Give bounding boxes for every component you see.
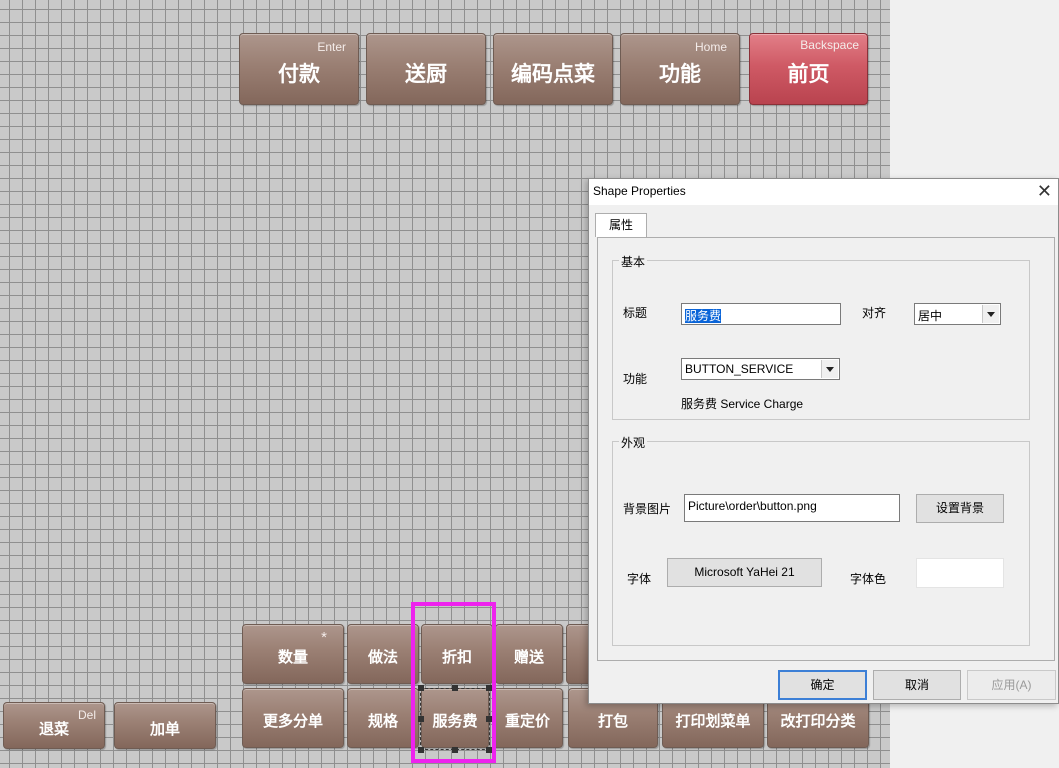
appearance-group: 外观 背景图片 Picture\order\button.png 设置背景 字体… [612, 434, 1030, 646]
hotkey-label: Backspace [800, 38, 859, 52]
background-image-label: 背景图片 [623, 502, 672, 516]
button-label: 重定价 [504, 713, 550, 730]
button-label: 功能 [659, 63, 701, 86]
button-label: 规格 [367, 713, 398, 730]
caption-value: 服务费 [685, 309, 722, 323]
resize-handle-s[interactable] [452, 747, 458, 753]
set-background-button[interactable]: 设置背景 [916, 494, 1004, 523]
group-legend: 外观 [619, 434, 648, 451]
ok-button[interactable]: 确定 [778, 670, 867, 700]
tab-panel: 基本 标题 服务费 对齐 居中 功能 BUTTON_SERVICE 服务费 Se… [597, 237, 1055, 661]
selection-outline [420, 688, 490, 750]
spec-button[interactable]: 规格 [347, 688, 419, 748]
button-label: 打印划菜单 [675, 713, 751, 730]
button-label: 前页 [787, 63, 830, 86]
function-description: 服务费 Service Charge [681, 397, 804, 411]
shape-properties-dialog: Shape Properties ✕ 属性 基本 标题 服务费 对齐 居中 功能… [588, 178, 1059, 704]
font-color-swatch[interactable] [916, 558, 1004, 588]
button-label: 编码点菜 [511, 63, 595, 86]
basic-group: 基本 标题 服务费 对齐 居中 功能 BUTTON_SERVICE 服务费 Se… [612, 253, 1030, 420]
dialog-title: Shape Properties [593, 184, 686, 198]
function-select[interactable]: BUTTON_SERVICE [681, 358, 840, 380]
button-label: 打包 [597, 713, 628, 730]
button-label: 付款 [278, 63, 320, 86]
function-label: 功能 [623, 372, 648, 386]
resize-handle-se[interactable] [486, 747, 492, 753]
more-split-button[interactable]: 更多分单 [242, 688, 344, 748]
button-label: 改打印分类 [780, 713, 856, 730]
send-kitchen-button[interactable]: 送厨 [366, 33, 486, 105]
button-label: 退菜 [38, 721, 69, 738]
resize-handle-ne[interactable] [486, 685, 492, 691]
caption-label: 标题 [623, 306, 648, 320]
reprice-button[interactable]: 重定价 [492, 688, 563, 748]
add-order-button[interactable]: 加单 [114, 702, 216, 749]
cancel-button[interactable]: 取消 [873, 670, 961, 700]
resize-handle-nw[interactable] [418, 685, 424, 691]
background-image-value: Picture\order\button.png [688, 499, 817, 513]
cooking-method-button[interactable]: 做法 [347, 624, 419, 684]
resize-handle-sw[interactable] [418, 747, 424, 753]
hotkey-label: Home [694, 40, 727, 54]
hotkey-label: Enter [317, 40, 346, 54]
tab-properties[interactable]: 属性 [595, 213, 647, 237]
caption-input[interactable]: 服务费 [681, 303, 841, 325]
quantity-button[interactable]: * 数量 [242, 624, 344, 684]
chevron-down-icon[interactable] [821, 360, 838, 378]
pay-button[interactable]: Enter 付款 [239, 33, 359, 105]
align-select[interactable]: 居中 [914, 303, 1001, 325]
button-label: 数量 [277, 649, 308, 666]
chevron-down-icon[interactable] [982, 305, 999, 323]
function-button[interactable]: Home 功能 [620, 33, 740, 105]
resize-handle-n[interactable] [452, 685, 458, 691]
button-label: 做法 [367, 649, 398, 666]
button-label: 送厨 [405, 63, 447, 86]
align-label: 对齐 [862, 306, 887, 320]
group-legend: 基本 [619, 253, 648, 270]
close-icon[interactable]: ✕ [1037, 181, 1052, 202]
button-label: 赠送 [513, 649, 544, 666]
button-label: 加单 [149, 721, 180, 738]
dialog-titlebar[interactable]: Shape Properties ✕ [589, 179, 1058, 205]
font-button[interactable]: Microsoft YaHei 21 [667, 558, 822, 587]
button-label: 更多分单 [262, 713, 323, 730]
align-value: 居中 [918, 309, 943, 323]
resize-handle-w[interactable] [418, 716, 424, 722]
background-image-input[interactable]: Picture\order\button.png [684, 494, 900, 522]
gift-button[interactable]: 赠送 [495, 624, 563, 684]
return-dish-button[interactable]: Del 退菜 [3, 702, 105, 749]
font-color-label: 字体色 [850, 572, 887, 586]
function-value: BUTTON_SERVICE [685, 362, 794, 376]
hotkey-label: * [321, 629, 327, 646]
apply-button[interactable]: 应用(A) [967, 670, 1056, 700]
code-order-button[interactable]: 编码点菜 [493, 33, 613, 105]
resize-handle-e[interactable] [486, 716, 492, 722]
prev-page-button[interactable]: Backspace 前页 [749, 33, 868, 105]
font-label: 字体 [627, 572, 652, 586]
